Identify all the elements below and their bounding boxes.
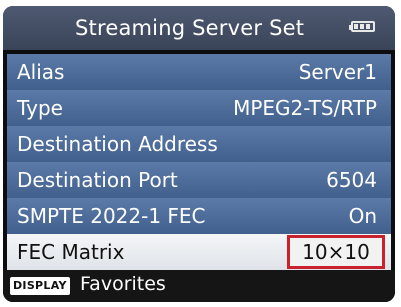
menu-title: Streaming Server Set [75, 16, 305, 40]
menu-item-type[interactable]: Type MPEG2-TS/RTP [7, 90, 391, 126]
menu-item-label: FEC Matrix [17, 240, 125, 264]
menu-item-label: Alias [17, 60, 65, 84]
menu-item-value: 6504 [326, 168, 377, 192]
menu-item-alias[interactable]: Alias Server1 [7, 54, 391, 90]
menu-item-smpte-fec[interactable]: SMPTE 2022-1 FEC On [7, 198, 391, 234]
menu-item-value: On [348, 204, 377, 228]
menu-footer: DISPLAY Favorites [3, 270, 395, 302]
fec-matrix-value[interactable]: 10×10 [287, 235, 385, 269]
menu-item-destination-address[interactable]: Destination Address [7, 126, 391, 162]
menu-header: Streaming Server Set [3, 6, 395, 50]
menu-item-fec-matrix[interactable]: FEC Matrix 10×10 [7, 234, 391, 270]
menu-item-label: Destination Address [17, 132, 218, 156]
display-button-badge[interactable]: DISPLAY [10, 277, 70, 295]
battery-icon [349, 21, 375, 32]
menu-screen: Streaming Server Set Alias Server1 Type … [3, 6, 395, 302]
favorites-label: Favorites [80, 273, 166, 295]
menu-item-label: Type [17, 96, 63, 120]
menu-item-destination-port[interactable]: Destination Port 6504 [7, 162, 391, 198]
menu-item-value: MPEG2-TS/RTP [233, 96, 377, 120]
menu-item-label: Destination Port [17, 168, 178, 192]
menu-item-value: Server1 [298, 60, 377, 84]
menu-item-label: SMPTE 2022-1 FEC [17, 204, 206, 228]
